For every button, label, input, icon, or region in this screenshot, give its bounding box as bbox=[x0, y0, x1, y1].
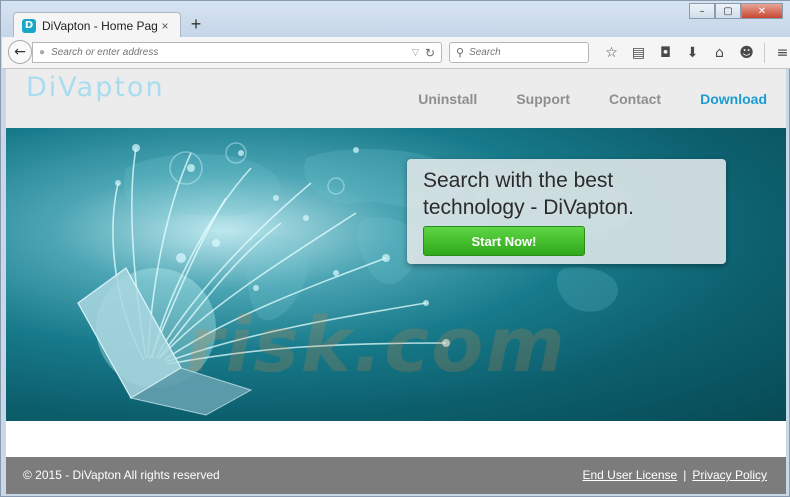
web-page: DiVapton Uninstall Support Contact Downl… bbox=[6, 69, 786, 494]
end-user-license-link[interactable]: End User License bbox=[582, 468, 677, 482]
home-icon[interactable]: ⌂ bbox=[706, 43, 733, 63]
hero-headline: Search with the best technology - DiVapt… bbox=[423, 169, 634, 219]
arrow-left-icon: ← bbox=[14, 44, 26, 60]
dropdown-arrow-icon[interactable]: ▽ bbox=[412, 47, 419, 58]
search-box[interactable]: ⚲ bbox=[449, 42, 589, 63]
search-input[interactable] bbox=[469, 47, 570, 58]
chat-icon[interactable]: ☻ bbox=[733, 43, 760, 63]
site-nav: Uninstall Support Contact Download bbox=[418, 91, 767, 107]
download-icon[interactable]: ⬇ bbox=[679, 43, 706, 63]
footer-separator: | bbox=[683, 468, 687, 482]
hero-banner: risk.com Search with the best technology… bbox=[6, 128, 786, 421]
tab-close-icon[interactable]: × bbox=[158, 19, 172, 33]
pocket-icon[interactable]: ◘ bbox=[652, 43, 679, 63]
nav-link-support[interactable]: Support bbox=[516, 91, 570, 107]
navigation-toolbar: ← ● ▽ ↻ ⚲ ☆ ▤ ◘ ⬇ ⌂ ☻ ≡ bbox=[2, 37, 790, 69]
tab-title: DiVapton - Home Page bbox=[42, 18, 158, 33]
footer-links: End User License | Privacy Policy bbox=[582, 468, 767, 482]
address-bar[interactable]: ● ▽ ↻ bbox=[32, 42, 442, 63]
tab-divapton-home[interactable]: D DiVapton - Home Page × bbox=[13, 12, 181, 38]
search-icon: ⚲ bbox=[456, 47, 465, 59]
site-logo[interactable]: DiVapton bbox=[26, 72, 165, 103]
nav-link-contact[interactable]: Contact bbox=[609, 91, 661, 107]
start-now-button[interactable]: Start Now! bbox=[423, 226, 585, 256]
menu-icon[interactable]: ≡ bbox=[769, 43, 790, 63]
nav-link-download[interactable]: Download bbox=[700, 91, 767, 107]
site-footer: © 2015 - DiVapton All rights reserved En… bbox=[6, 457, 786, 494]
tab-strip: D DiVapton - Home Page × + – ▢ ✕ bbox=[1, 1, 790, 38]
privacy-policy-link[interactable]: Privacy Policy bbox=[692, 468, 767, 482]
toolbar-divider bbox=[764, 43, 765, 63]
window-controls: – ▢ ✕ bbox=[689, 3, 783, 19]
star-icon[interactable]: ☆ bbox=[598, 43, 625, 63]
close-window-button[interactable]: ✕ bbox=[741, 3, 783, 19]
watermark-text: risk.com bbox=[186, 300, 567, 389]
maximize-button[interactable]: ▢ bbox=[715, 3, 741, 19]
browser-window: D DiVapton - Home Page × + – ▢ ✕ ← ● ▽ ↻… bbox=[0, 0, 790, 497]
back-button[interactable]: ← bbox=[8, 40, 32, 64]
new-tab-button[interactable]: + bbox=[187, 15, 205, 33]
divapton-favicon-icon: D bbox=[22, 18, 36, 33]
minimize-button[interactable]: – bbox=[689, 3, 715, 19]
nav-link-uninstall[interactable]: Uninstall bbox=[418, 91, 477, 107]
hero-callout: Search with the best technology - DiVapt… bbox=[407, 159, 726, 264]
reading-list-icon[interactable]: ▤ bbox=[625, 43, 652, 63]
toolbar-icons: ☆ ▤ ◘ ⬇ ⌂ ☻ ≡ bbox=[598, 43, 790, 63]
site-header: DiVapton Uninstall Support Contact Downl… bbox=[6, 69, 786, 128]
reload-icon[interactable]: ↻ bbox=[425, 46, 435, 60]
copyright-text: © 2015 - DiVapton All rights reserved bbox=[23, 468, 220, 482]
url-input[interactable] bbox=[51, 47, 413, 58]
globe-icon: ● bbox=[39, 47, 46, 58]
